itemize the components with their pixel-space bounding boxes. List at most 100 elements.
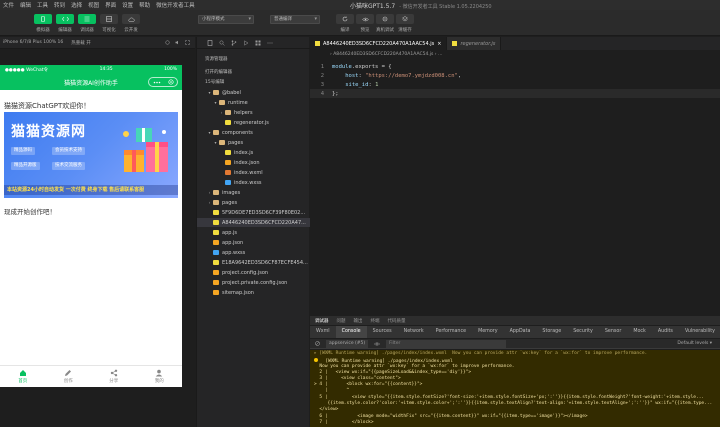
tree-folder[interactable]: › images	[197, 188, 310, 197]
menu-view[interactable]: 视图	[88, 1, 99, 9]
menu-select[interactable]: 选择	[71, 1, 82, 9]
panel-tab-problems[interactable]: 问题	[337, 318, 346, 324]
hot-reload-select[interactable]: 热重载 开	[71, 40, 90, 46]
debugger-toggle-button[interactable]	[78, 14, 96, 24]
menu-goto[interactable]: 转到	[54, 1, 65, 9]
menu-devtools[interactable]: 微信开发者工具	[156, 1, 195, 9]
tab-mine[interactable]: 我的	[137, 366, 183, 387]
devtools-tab-memory[interactable]: Memory	[472, 326, 504, 338]
tree-file[interactable]: app.json	[197, 238, 310, 247]
context-select[interactable]: appservice (#5)	[326, 339, 369, 348]
files-icon[interactable]	[207, 39, 213, 46]
tree-file[interactable]: index.wxml	[197, 168, 310, 177]
search-icon[interactable]	[219, 40, 225, 46]
chevron-icon: ▾	[214, 100, 217, 105]
eye-icon[interactable]	[374, 342, 381, 346]
project-section[interactable]: 15号编辑	[197, 78, 310, 87]
devtools-tab-performance[interactable]: Performance	[430, 326, 472, 338]
clear-cache-button[interactable]	[396, 14, 414, 24]
devtools-tab-audits[interactable]: Audits	[652, 326, 679, 338]
tree-file[interactable]: E18A9642ED3SD6CF87ECFE454...	[197, 258, 310, 267]
panel-tab-debugger[interactable]: 调试器	[315, 318, 329, 324]
open-editors-section[interactable]: 打开的编辑器	[197, 68, 310, 77]
tab-create[interactable]: 创作	[46, 366, 92, 387]
console-filter-input[interactable]: Filter	[386, 339, 507, 348]
tree-file[interactable]: A8446240ED3SD6CFCD220A47...	[197, 218, 310, 227]
devtools-tab-storage[interactable]: Storage	[536, 326, 567, 338]
breadcrumb[interactable]: › A8446240ED3SD6CFCD220A470A1AAC54.js › …	[310, 50, 720, 59]
devtools-tab-mock[interactable]: Mock	[627, 326, 652, 338]
tree-file[interactable]: sitemap.json	[197, 288, 310, 297]
tree-file[interactable]: app.wxss	[197, 248, 310, 257]
simulator-toggle-button[interactable]	[34, 14, 52, 24]
editor-tab[interactable]: regenerator.js	[447, 37, 502, 50]
cloud-dev-button[interactable]	[122, 14, 140, 24]
toolbar-label-compile: 编译	[340, 28, 350, 33]
mode-select[interactable]: 小程序模式	[198, 15, 254, 24]
rotate-icon[interactable]	[165, 40, 170, 45]
tree-file[interactable]: index.wxss	[197, 178, 310, 187]
editor-toggle-button[interactable]	[56, 14, 74, 24]
menu-edit[interactable]: 编辑	[20, 1, 31, 9]
device-select[interactable]: iPhone 6/7/8 Plus 100% 16	[3, 40, 63, 45]
code-editor[interactable]: 1 module .exports = { 2 host: "https://dem…	[310, 60, 720, 315]
clear-console-icon[interactable]	[315, 341, 320, 346]
status-bar: ●●●●● WeChat令 14:35 100%	[0, 65, 182, 74]
devtools-tab-vulnerability[interactable]: Vulnerability	[679, 326, 720, 338]
panel-tab-code-quality[interactable]: 代码质量	[388, 318, 406, 324]
extensions-icon[interactable]	[255, 40, 261, 46]
panel-tab-terminal[interactable]: 终端	[371, 318, 380, 324]
tree-file[interactable]: project.private.config.json	[197, 278, 310, 287]
tree-file[interactable]: app.js	[197, 228, 310, 237]
tree-folder[interactable]: ▾ @babel	[197, 88, 310, 97]
devtools-tab-security[interactable]: Security	[567, 326, 599, 338]
tree-file[interactable]: regenerator.js	[197, 118, 310, 127]
compile-button[interactable]	[336, 14, 354, 24]
devtools-tab-sources[interactable]: Sources	[367, 326, 398, 338]
visual-button[interactable]	[100, 14, 118, 24]
expand-icon[interactable]	[185, 40, 190, 45]
menu-file[interactable]: 文件	[3, 1, 14, 9]
log-levels-select[interactable]: Default levels ▾	[677, 341, 720, 346]
tree-file[interactable]: project.config.json	[197, 268, 310, 277]
close-circle-icon[interactable]	[167, 79, 174, 85]
banner-tag: 精品源码	[11, 147, 35, 155]
capsule-menu[interactable]	[148, 77, 178, 87]
branch-icon[interactable]	[231, 39, 237, 46]
tree-folder[interactable]: ▾ runtime	[197, 98, 310, 107]
menu-interface[interactable]: 界面	[105, 1, 116, 9]
menu-help[interactable]: 帮助	[139, 1, 150, 9]
compile-select[interactable]: 普通编译	[270, 15, 320, 24]
devtools-tab-wxml[interactable]: Wxml	[310, 326, 336, 338]
tree-folder[interactable]: ▾ pages	[197, 138, 310, 147]
debug-run-icon[interactable]	[243, 39, 249, 46]
remote-debug-button[interactable]	[376, 14, 394, 24]
more-icon[interactable]	[267, 42, 273, 44]
tab-share[interactable]: 分享	[91, 366, 137, 387]
folder-file-icon	[219, 140, 225, 145]
tree-file[interactable]: index.js	[197, 148, 310, 157]
js-file-icon	[213, 210, 219, 215]
devtools-tab-appdata[interactable]: AppData	[504, 326, 537, 338]
tree-file[interactable]: 5F9D6DE7ED3SD6CF39F80E02...	[197, 208, 310, 217]
tab-home[interactable]: 首页	[0, 366, 46, 387]
preview-button[interactable]	[356, 14, 374, 24]
wxml-file-icon	[225, 170, 231, 175]
volume-icon[interactable]	[175, 40, 180, 45]
panel-tab-output[interactable]: 输出	[354, 318, 363, 324]
close-icon[interactable]: ×	[437, 41, 441, 47]
menu-settings[interactable]: 设置	[122, 1, 133, 9]
json-file-icon	[225, 160, 231, 165]
promo-banner[interactable]: 猫猫资源网 精品源码 会员技术支持 精品开源版 技术交流服务 本站资源24小时自…	[4, 112, 178, 198]
tree-folder[interactable]: › pages	[197, 198, 310, 207]
devtools-tab-sensor[interactable]: Sensor	[599, 326, 627, 338]
tree-folder[interactable]: › helpers	[197, 108, 310, 117]
more-icon[interactable]	[153, 81, 161, 84]
menu-tools[interactable]: 工具	[37, 1, 48, 9]
devtools-tab-network[interactable]: Network	[398, 326, 430, 338]
tree-file[interactable]: index.json	[197, 158, 310, 167]
editor-tab-active[interactable]: A8446240ED3SD6CFCD220A470A1AAC54.js ×	[310, 37, 448, 50]
tree-folder[interactable]: ▾ components	[197, 128, 310, 137]
devtools-tab-console[interactable]: Console	[335, 326, 367, 338]
console-output[interactable]: ▸ [WXML Runtime warning] ./pages/index/i…	[310, 350, 720, 427]
